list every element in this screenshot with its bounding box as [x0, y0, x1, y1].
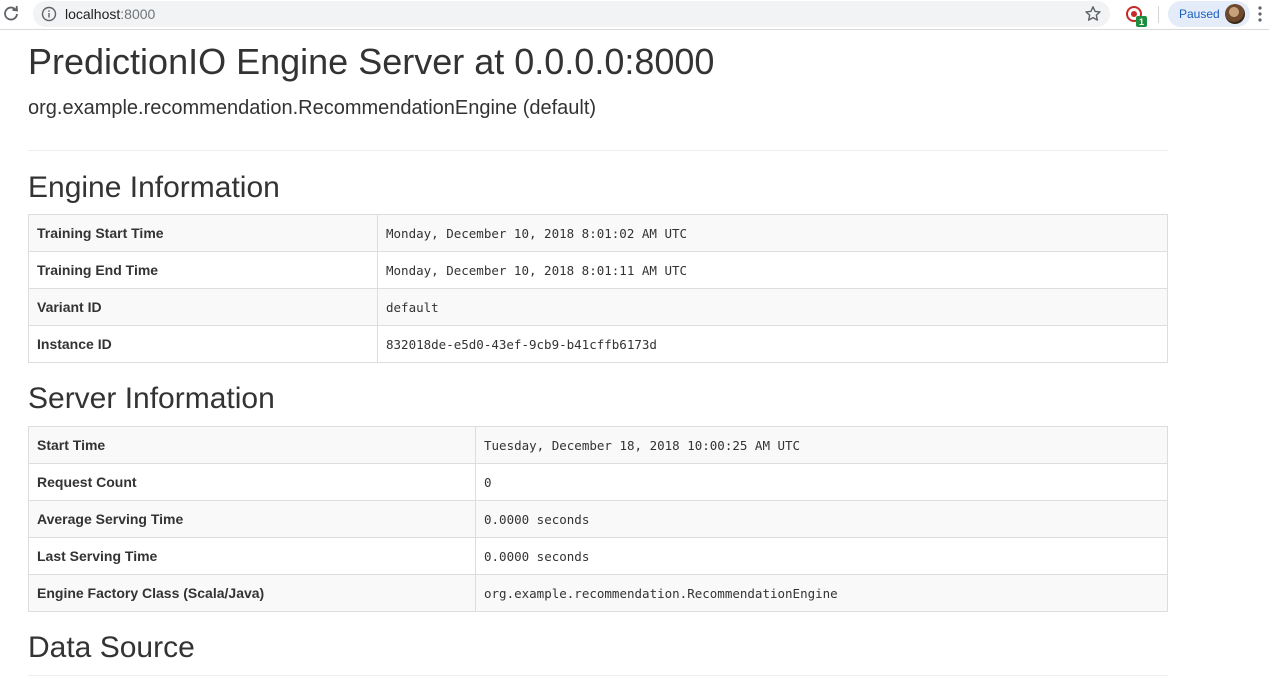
divider — [28, 150, 1168, 151]
table-row: Average Serving Time 0.0000 seconds — [28, 500, 1168, 538]
engine-info-table: Training Start Time Monday, December 10,… — [28, 214, 1168, 363]
row-key: Variant ID — [28, 288, 378, 326]
table-row: Training End Time Monday, December 10, 2… — [28, 251, 1168, 289]
row-key: Engine Factory Class (Scala/Java) — [28, 574, 476, 612]
table-row: Training Start Time Monday, December 10,… — [28, 214, 1168, 252]
row-key: Training End Time — [28, 251, 378, 289]
row-value: Monday, December 10, 2018 8:01:02 AM UTC — [377, 214, 1168, 252]
server-info-heading: Server Information — [28, 382, 275, 415]
table-row: Start Time Tuesday, December 18, 2018 10… — [28, 426, 1168, 464]
url-host: localhost — [65, 6, 121, 22]
table-row: Request Count 0 — [28, 463, 1168, 501]
row-key: Training Start Time — [28, 214, 378, 252]
table-row: Engine Factory Class (Scala/Java) org.ex… — [28, 574, 1168, 612]
row-value: 0 — [475, 463, 1168, 501]
row-key: Instance ID — [28, 325, 378, 363]
row-value: 0.0000 seconds — [475, 537, 1168, 575]
data-source-heading: Data Source — [28, 631, 195, 664]
info-icon[interactable] — [41, 6, 57, 22]
toolbar-separator — [1158, 6, 1159, 23]
server-info-table: Start Time Tuesday, December 18, 2018 10… — [28, 426, 1168, 612]
engine-info-heading: Engine Information — [28, 171, 280, 204]
profile-paused-button[interactable]: Paused — [1168, 1, 1250, 27]
row-value: Monday, December 10, 2018 8:01:11 AM UTC — [377, 251, 1168, 289]
row-value: default — [377, 288, 1168, 326]
table-row: Variant ID default — [28, 288, 1168, 326]
row-key: Last Serving Time — [28, 537, 476, 575]
table-row: Last Serving Time 0.0000 seconds — [28, 537, 1168, 575]
more-menu-icon[interactable] — [1257, 5, 1263, 23]
browser-toolbar: localhost:8000 1 Paused — [0, 0, 1269, 30]
avatar — [1225, 4, 1245, 24]
url-text[interactable]: localhost:8000 — [65, 6, 155, 22]
row-value: 832018de-e5d0-43ef-9cb9-b41cffb6173d — [377, 325, 1168, 363]
extension-icon[interactable]: 1 — [1125, 5, 1147, 27]
row-key: Request Count — [28, 463, 476, 501]
table-row: Instance ID 832018de-e5d0-43ef-9cb9-b41c… — [28, 325, 1168, 363]
profile-status-label: Paused — [1179, 7, 1220, 21]
row-key: Start Time — [28, 426, 476, 464]
row-value: org.example.recommendation.Recommendatio… — [475, 574, 1168, 612]
bookmark-star-icon[interactable] — [1084, 5, 1102, 23]
address-bar[interactable]: localhost:8000 — [33, 1, 1110, 27]
reload-icon[interactable] — [2, 5, 20, 23]
url-port: :8000 — [120, 6, 156, 22]
row-key: Average Serving Time — [28, 500, 476, 538]
engine-subtitle: org.example.recommendation.Recommendatio… — [28, 97, 597, 119]
extension-badge: 1 — [1139, 17, 1144, 27]
row-value: Tuesday, December 18, 2018 10:00:25 AM U… — [475, 426, 1168, 464]
page-title: PredictionIO Engine Server at 0.0.0.0:80… — [28, 41, 715, 82]
row-value: 0.0000 seconds — [475, 500, 1168, 538]
